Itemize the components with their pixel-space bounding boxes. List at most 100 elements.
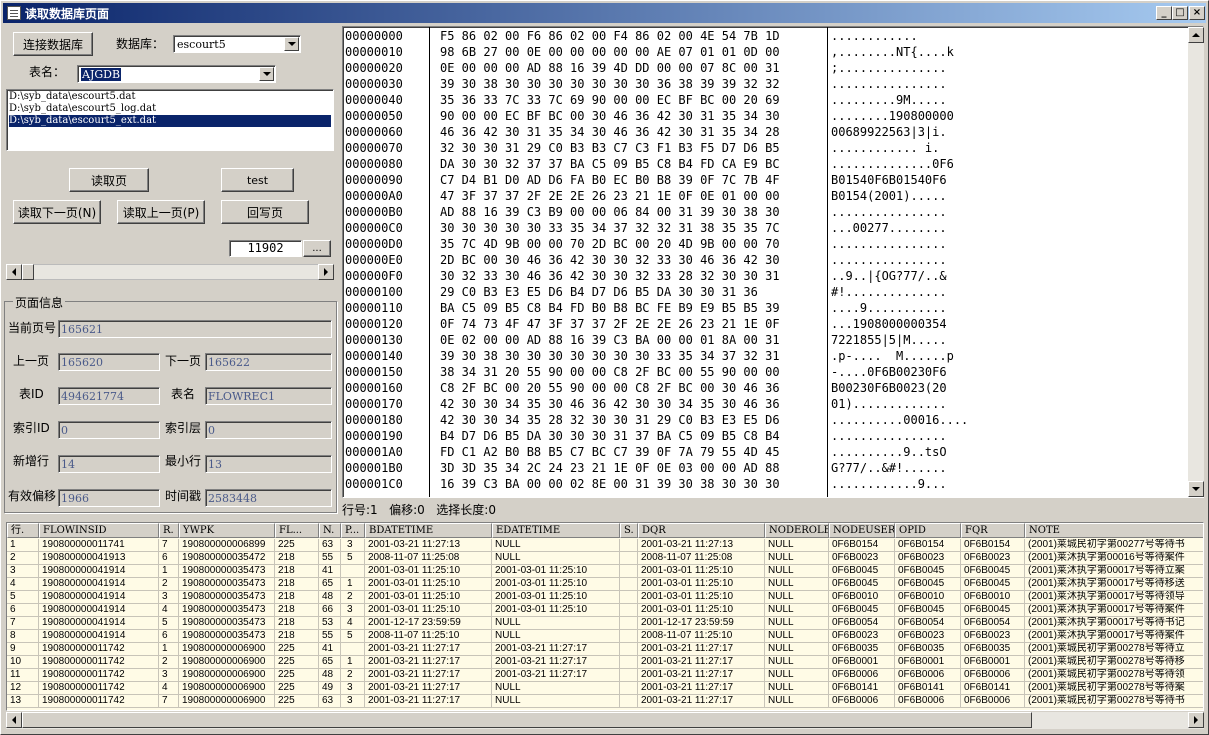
grid-cell[interactable]: NULL bbox=[765, 643, 829, 656]
test-button[interactable]: test bbox=[221, 168, 294, 192]
grid-cell[interactable]: 190800000041914 bbox=[39, 565, 159, 578]
table-row[interactable]: 4 190800000041914 2 190800000035473 218 65 1 20… bbox=[7, 578, 1203, 591]
grid-cell[interactable]: 3 bbox=[159, 591, 179, 604]
grid-cell[interactable]: 190800000011741 bbox=[39, 539, 159, 552]
grid-cell[interactable]: 218 bbox=[275, 565, 319, 578]
data-grid[interactable]: 行. FLOWINSID R. YWPK FL... N. P... BDATETIME EDA… bbox=[6, 522, 1204, 711]
grid-cell[interactable]: 3 bbox=[341, 682, 365, 695]
grid-cell[interactable]: 190800000011742 bbox=[39, 695, 159, 708]
grid-scroll-right-button[interactable] bbox=[1188, 712, 1204, 728]
read-prev-page-button[interactable]: 读取上一页(P) bbox=[117, 200, 205, 224]
grid-cell[interactable]: 0F6B0141 bbox=[829, 682, 895, 695]
grid-cell[interactable] bbox=[620, 656, 638, 669]
grid-cell[interactable]: 190800000035472 bbox=[179, 552, 275, 565]
grid-cell[interactable]: 190800000035473 bbox=[179, 591, 275, 604]
grid-cell[interactable]: 190800000006900 bbox=[179, 669, 275, 682]
grid-column-header[interactable]: YWPK bbox=[179, 523, 275, 538]
grid-cell[interactable]: 0F6B0010 bbox=[829, 591, 895, 604]
grid-cell[interactable] bbox=[620, 539, 638, 552]
grid-cell[interactable]: NULL bbox=[492, 630, 620, 643]
table-row[interactable]: 7 190800000041914 5 190800000035473 218 53 4 20… bbox=[7, 617, 1203, 630]
grid-cell[interactable]: 2001-03-01 11:25:10 bbox=[365, 604, 492, 617]
grid-cell[interactable]: 2001-03-01 11:25:10 bbox=[492, 604, 620, 617]
file-list-item[interactable]: D:\syb_data\escourt5.dat bbox=[9, 91, 331, 103]
grid-cell[interactable]: 2001-03-21 11:27:17 bbox=[492, 656, 620, 669]
grid-cell[interactable] bbox=[620, 565, 638, 578]
grid-cell[interactable]: 190800000006900 bbox=[179, 656, 275, 669]
grid-cell[interactable]: 2 bbox=[341, 591, 365, 604]
scroll-left-button[interactable] bbox=[6, 264, 22, 280]
grid-cell[interactable]: 0F6B0045 bbox=[895, 604, 961, 617]
grid-cell[interactable]: NULL bbox=[765, 695, 829, 708]
grid-cell[interactable]: 0F6B0035 bbox=[895, 643, 961, 656]
grid-cell[interactable]: 0F6B0001 bbox=[829, 656, 895, 669]
grid-cell[interactable]: NULL bbox=[765, 565, 829, 578]
grid-cell[interactable]: 0F6B0045 bbox=[895, 578, 961, 591]
grid-cell[interactable]: 0F6B0141 bbox=[961, 682, 1025, 695]
chevron-down-icon[interactable] bbox=[259, 67, 274, 81]
file-list[interactable]: D:\syb_data\escourt5.dat D:\syb_data\esc… bbox=[6, 89, 334, 151]
grid-cell[interactable]: NULL bbox=[492, 539, 620, 552]
grid-cell[interactable]: 190800000041914 bbox=[39, 578, 159, 591]
grid-cell[interactable]: 0F6B0006 bbox=[829, 669, 895, 682]
grid-cell[interactable]: 3 bbox=[7, 565, 39, 578]
grid-cell[interactable] bbox=[341, 565, 365, 578]
grid-cell[interactable]: 3 bbox=[159, 669, 179, 682]
table-row[interactable]: 3 190800000041914 1 190800000035473 218 41 200… bbox=[7, 565, 1203, 578]
grid-cell[interactable]: NULL bbox=[765, 682, 829, 695]
grid-cell[interactable]: 55 bbox=[319, 552, 341, 565]
grid-cell[interactable]: 0F6B0054 bbox=[895, 617, 961, 630]
connect-db-button[interactable]: 连接数据库 bbox=[13, 32, 93, 56]
grid-cell[interactable]: (2001)莱沐执字第00017号等待立案 bbox=[1025, 565, 1203, 578]
table-row[interactable]: 11 190800000011742 3 190800000006900 225 48 2 2… bbox=[7, 669, 1203, 682]
grid-cell[interactable]: 10 bbox=[7, 656, 39, 669]
grid-cell[interactable] bbox=[620, 669, 638, 682]
grid-cell[interactable]: 4 bbox=[7, 578, 39, 591]
grid-column-header[interactable]: 行. bbox=[7, 523, 39, 538]
grid-cell[interactable]: 2001-03-01 11:25:10 bbox=[365, 578, 492, 591]
grid-cell[interactable]: 6 bbox=[159, 630, 179, 643]
grid-cell[interactable]: 2001-03-01 11:25:10 bbox=[492, 578, 620, 591]
grid-cell[interactable] bbox=[620, 578, 638, 591]
grid-cell[interactable]: 190800000011742 bbox=[39, 682, 159, 695]
grid-cell[interactable]: 190800000011742 bbox=[39, 643, 159, 656]
grid-cell[interactable]: 49 bbox=[319, 682, 341, 695]
grid-cell[interactable]: 225 bbox=[275, 682, 319, 695]
grid-column-header[interactable]: R. bbox=[159, 523, 179, 538]
grid-cell[interactable]: 0F6B0001 bbox=[961, 656, 1025, 669]
grid-cell[interactable]: 0F6B0006 bbox=[961, 669, 1025, 682]
grid-cell[interactable]: 2001-03-01 11:25:10 bbox=[638, 578, 765, 591]
left-horizontal-scrollbar[interactable] bbox=[6, 264, 334, 280]
grid-cell[interactable]: 7 bbox=[159, 695, 179, 708]
grid-cell[interactable]: 0F6B0023 bbox=[829, 552, 895, 565]
grid-cell[interactable]: NULL bbox=[765, 656, 829, 669]
scroll-thumb[interactable] bbox=[22, 264, 34, 280]
grid-cell[interactable]: 218 bbox=[275, 617, 319, 630]
grid-cell[interactable]: 225 bbox=[275, 695, 319, 708]
grid-cell[interactable]: 0F6B0023 bbox=[895, 630, 961, 643]
grid-cell[interactable]: 218 bbox=[275, 578, 319, 591]
grid-cell[interactable]: 3 bbox=[341, 695, 365, 708]
grid-cell[interactable] bbox=[620, 695, 638, 708]
grid-cell[interactable]: 2 bbox=[159, 656, 179, 669]
grid-cell[interactable]: 2001-03-21 11:27:17 bbox=[365, 643, 492, 656]
grid-cell[interactable]: 190800000011742 bbox=[39, 656, 159, 669]
grid-horizontal-scrollbar[interactable] bbox=[6, 712, 1204, 729]
browse-button[interactable]: ... bbox=[303, 240, 331, 257]
grid-cell[interactable]: 5 bbox=[341, 552, 365, 565]
grid-cell[interactable]: 2001-03-01 11:25:10 bbox=[492, 591, 620, 604]
grid-cell[interactable]: 2008-11-07 11:25:10 bbox=[638, 630, 765, 643]
grid-cell[interactable]: 5 bbox=[159, 617, 179, 630]
grid-column-header[interactable]: NODEROLE bbox=[765, 523, 829, 538]
grid-column-header[interactable]: DQR bbox=[638, 523, 765, 538]
grid-cell[interactable]: 2001-03-21 11:27:17 bbox=[492, 643, 620, 656]
grid-cell[interactable]: 190800000041914 bbox=[39, 617, 159, 630]
grid-cell[interactable]: 0F6B0010 bbox=[895, 591, 961, 604]
grid-cell[interactable]: NULL bbox=[765, 552, 829, 565]
grid-cell[interactable]: 4 bbox=[159, 682, 179, 695]
grid-cell[interactable]: 190800000035473 bbox=[179, 604, 275, 617]
table-select[interactable]: AJGDB bbox=[77, 65, 276, 83]
grid-cell[interactable] bbox=[620, 630, 638, 643]
grid-cell[interactable]: 2008-11-07 11:25:08 bbox=[365, 552, 492, 565]
grid-column-header[interactable]: N. bbox=[319, 523, 341, 538]
